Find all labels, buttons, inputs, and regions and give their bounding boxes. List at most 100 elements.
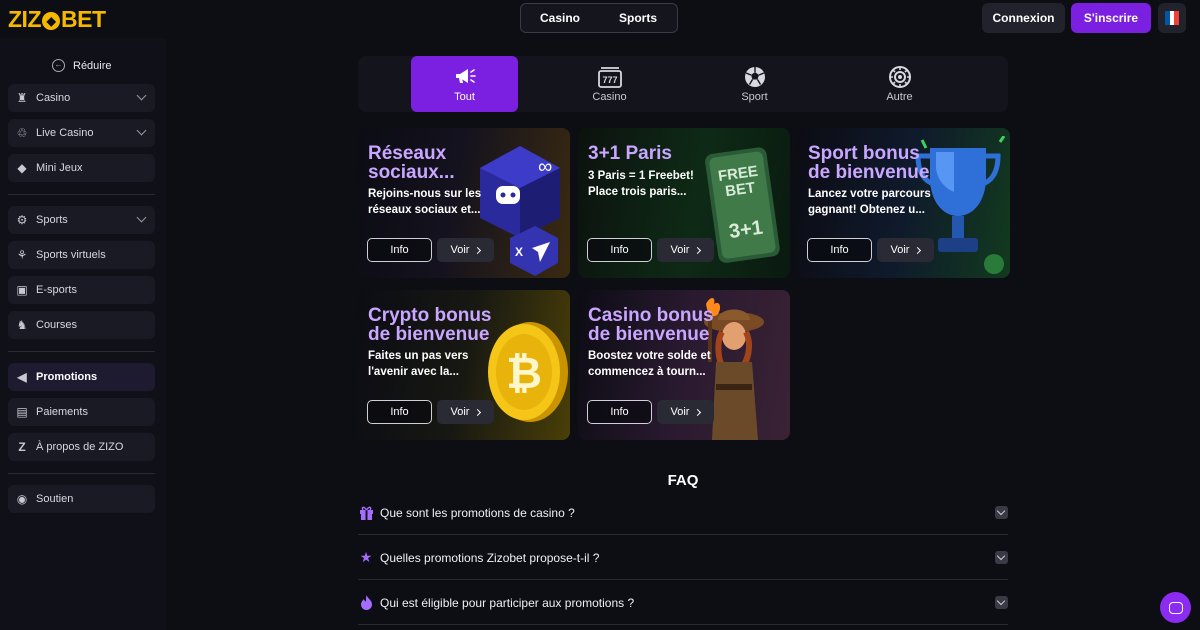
- promotion-category-tabs: Tout 777 Casino Sport Autre: [358, 56, 1008, 112]
- switch-casino[interactable]: Casino: [521, 11, 599, 25]
- chevron-down-icon: [136, 125, 147, 136]
- promo-card-casino-bonus[interactable]: Casino bonus de bienvenue Boostez votre s…: [578, 290, 790, 440]
- sidebar: ← Réduire ♜ Casino ♲ Live Casino ◆ Mini …: [0, 38, 166, 630]
- promo-card-crypto-bonus[interactable]: ₿ Crypto bonus de bienvenue Faites un pas…: [358, 290, 570, 440]
- svg-text:777: 777: [602, 75, 617, 85]
- card-title: Réseaux sociaux...: [368, 143, 455, 183]
- sidebar-item-label: Sports virtuels: [36, 249, 106, 261]
- live-chat-button[interactable]: [1160, 592, 1191, 623]
- sidebar-item-esports[interactable]: ▣ E-sports: [8, 276, 155, 304]
- promo-card-reseaux-sociaux[interactable]: ∞ X Réseaux sociaux... Rejoins-nous sur l…: [358, 128, 570, 278]
- chevron-right-icon: [694, 408, 702, 416]
- top-bar: ZIZ ◆ BET Casino Sports Connexion S'inscri…: [0, 0, 1200, 38]
- tab-casino[interactable]: 777 Casino: [556, 56, 663, 112]
- wallet-icon: ▤: [16, 405, 28, 419]
- freebet-card-art: FREE BET 3+1: [705, 147, 780, 263]
- live-casino-icon: ♲: [16, 126, 28, 140]
- card-description: 3 Paris = 1 Freebet! Place trois paris...: [588, 170, 694, 198]
- faq-question: Que sont les promotions de casino ?: [380, 505, 575, 520]
- card-description: Rejoins-nous sur les réseaux sociaux et..…: [368, 188, 482, 216]
- info-button[interactable]: Info: [367, 238, 432, 262]
- chevron-down-icon: [136, 212, 147, 223]
- wheel-icon: [888, 65, 912, 91]
- login-button[interactable]: Connexion: [982, 3, 1065, 33]
- sidebar-item-label: Live Casino: [36, 127, 94, 139]
- svg-text:₿: ₿: [506, 348, 542, 399]
- sidebar-item-courses[interactable]: ♞ Courses: [8, 311, 155, 339]
- voir-button[interactable]: Voir: [877, 238, 934, 262]
- divider: [8, 194, 155, 195]
- sidebar-item-paiements[interactable]: ▤ Paiements: [8, 398, 155, 426]
- language-button[interactable]: [1158, 3, 1186, 33]
- card-description: Faites un pas vers l'avenir avec la...: [368, 350, 469, 378]
- switch-sports[interactable]: Sports: [599, 11, 677, 25]
- faq-item[interactable]: Que sont les promotions de casino ?: [358, 491, 1008, 535]
- star-icon: ★: [359, 549, 373, 565]
- info-button[interactable]: Info: [587, 238, 652, 262]
- chevron-right-icon: [474, 246, 482, 254]
- chat-bubble-icon: [1168, 601, 1183, 614]
- tab-sport[interactable]: Sport: [701, 56, 808, 112]
- diamond-icon: ◆: [17, 161, 27, 175]
- sidebar-item-soutien[interactable]: ◉ Soutien: [8, 485, 155, 513]
- card-title: Sport bonus de bienvenue: [808, 143, 930, 183]
- chevron-right-icon: [474, 408, 482, 416]
- sidebar-item-promotions[interactable]: ◀ Promotions: [8, 363, 155, 391]
- logo-text-end: BET: [61, 6, 106, 32]
- sidebar-item-mini-jeux[interactable]: ◆ Mini Jeux: [8, 154, 155, 182]
- sidebar-item-label: Casino: [36, 92, 71, 104]
- sidebar-item-label: Mini Jeux: [36, 162, 83, 174]
- headset-icon: ◉: [16, 492, 28, 506]
- casino-icon: ♜: [16, 91, 28, 105]
- voir-button[interactable]: Voir: [437, 400, 494, 424]
- collapse-sidebar-button[interactable]: ← Réduire: [52, 59, 112, 72]
- zizobet-logo[interactable]: ZIZ ◆ BET: [8, 6, 106, 33]
- logo-text-start: ZIZ: [8, 6, 42, 32]
- esports-icon: ▣: [16, 283, 28, 297]
- tab-tout[interactable]: Tout: [411, 56, 518, 112]
- tab-autre[interactable]: Autre: [846, 56, 953, 112]
- chevron-down-icon: [136, 90, 147, 101]
- chevron-down-icon[interactable]: [995, 551, 1008, 564]
- sidebar-item-a-propos[interactable]: Z À propos de ZIZO: [8, 433, 155, 461]
- sidebar-item-label: Soutien: [36, 493, 74, 505]
- voir-label: Voir: [890, 244, 910, 256]
- voir-button[interactable]: Voir: [437, 238, 494, 262]
- svg-text:3+1: 3+1: [728, 217, 765, 244]
- info-button[interactable]: Info: [367, 400, 432, 424]
- virtual-sports-icon: ⚘: [16, 248, 28, 262]
- chevron-right-icon: [914, 246, 922, 254]
- voir-button[interactable]: Voir: [657, 238, 714, 262]
- card-title: Crypto bonus de bienvenue: [368, 305, 492, 345]
- casino-sports-switch: Casino Sports: [520, 3, 678, 33]
- sidebar-item-label: Courses: [36, 319, 77, 331]
- megaphone-icon: [453, 65, 477, 91]
- faq-item[interactable]: ★ Quelles promotions Zizobet propose-t-i…: [358, 536, 1008, 580]
- card-title: 3+1 Paris: [588, 143, 672, 164]
- promo-card-sport-bonus[interactable]: Sport bonus de bienvenue Lancez votre par…: [798, 128, 1010, 278]
- voir-label: Voir: [450, 406, 470, 418]
- sidebar-item-live-casino[interactable]: ♲ Live Casino: [8, 119, 155, 147]
- zizo-z-icon: Z: [18, 440, 26, 454]
- voir-label: Voir: [670, 406, 690, 418]
- chevron-down-icon[interactable]: [995, 506, 1008, 519]
- info-button[interactable]: Info: [807, 238, 872, 262]
- voir-button[interactable]: Voir: [657, 400, 714, 424]
- tab-label: Tout: [454, 91, 475, 103]
- faq-item[interactable]: Qui est éligible pour participer aux pro…: [358, 581, 1008, 625]
- flame-icon: [358, 595, 374, 611]
- chevron-right-icon: [694, 246, 702, 254]
- sidebar-item-label: E-sports: [36, 284, 77, 296]
- promo-card-3-plus-1-paris[interactable]: FREE BET 3+1 3+1 Paris 3 Paris = 1 Freeb…: [578, 128, 790, 278]
- collapse-label: Réduire: [73, 59, 112, 72]
- sidebar-item-sports-virtuels[interactable]: ⚘ Sports virtuels: [8, 241, 155, 269]
- sidebar-item-label: À propos de ZIZO: [36, 441, 124, 453]
- sidebar-item-sports[interactable]: ⚙ Sports: [8, 206, 155, 234]
- ball-icon: ⚙: [16, 213, 28, 227]
- sidebar-item-casino[interactable]: ♜ Casino: [8, 84, 155, 112]
- signup-button[interactable]: S'inscrire: [1071, 3, 1151, 33]
- voir-label: Voir: [450, 244, 470, 256]
- info-button[interactable]: Info: [587, 400, 652, 424]
- chevron-down-icon[interactable]: [995, 596, 1008, 609]
- card-description: Boostez votre solde et commencez à tourn.…: [588, 350, 711, 378]
